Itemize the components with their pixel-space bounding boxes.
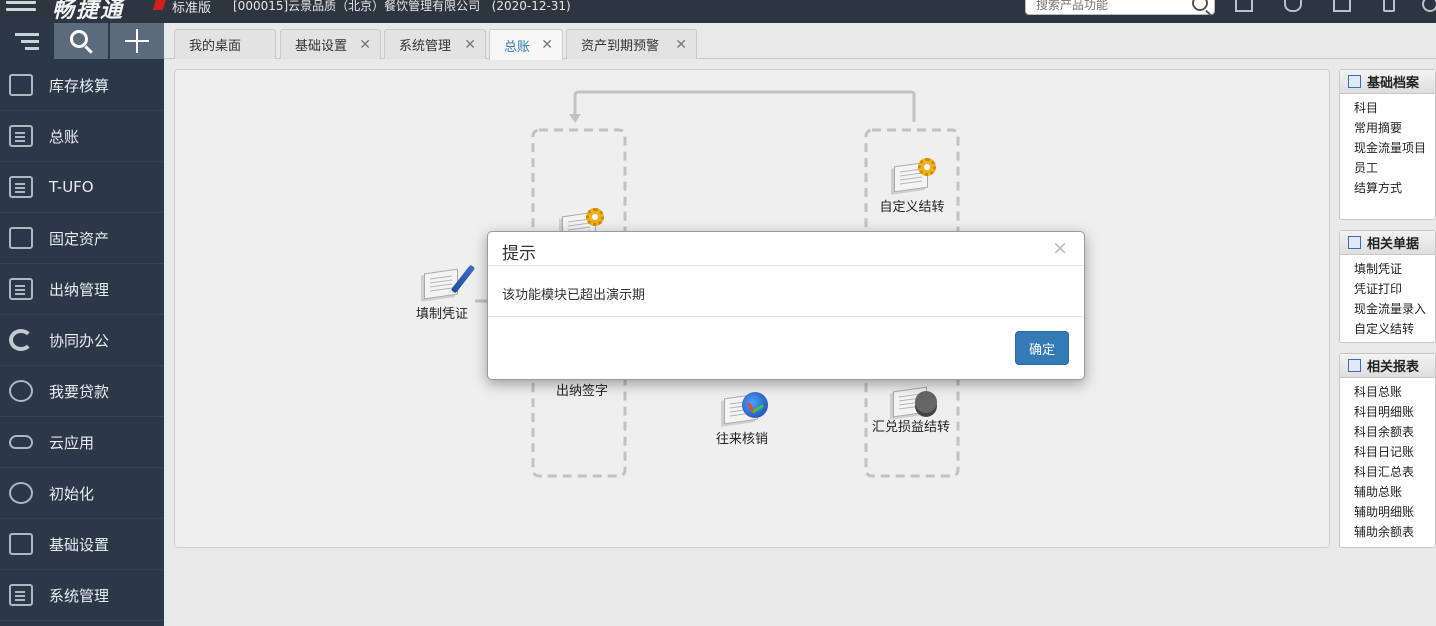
- close-icon[interactable]: ×: [1052, 237, 1068, 259]
- dialog-header: 提示 ×: [488, 232, 1084, 266]
- dialog-message: 该功能模块已超出演示期: [502, 288, 646, 303]
- dialog-body: 该功能模块已超出演示期: [488, 266, 1084, 317]
- modal-overlay: 提示 × 该功能模块已超出演示期 确定: [0, 0, 1436, 626]
- dialog-title: 提示: [502, 244, 536, 264]
- confirm-button[interactable]: 确定: [1015, 331, 1069, 365]
- alert-dialog: 提示 × 该功能模块已超出演示期 确定: [487, 231, 1085, 380]
